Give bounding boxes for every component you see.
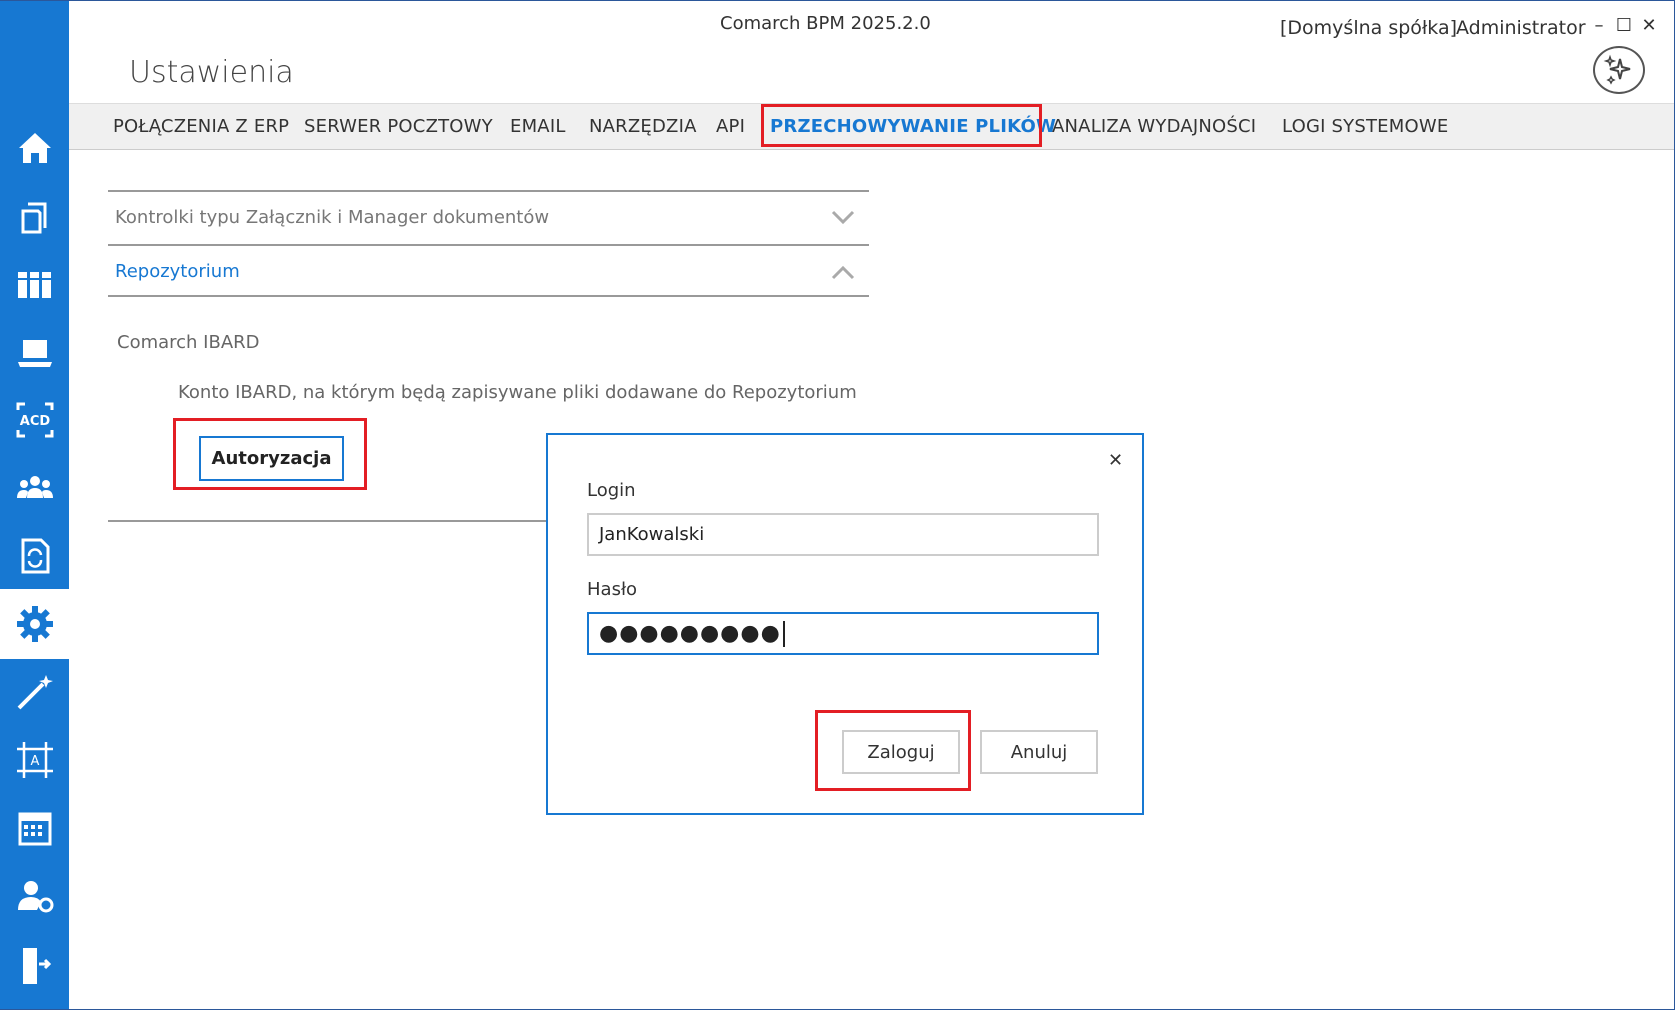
window-title: Comarch BPM 2025.2.0 (720, 13, 931, 34)
app-window: ACD A Comarch BPM 2025.2.0 [Domyślna spó… (0, 0, 1675, 1010)
exit-icon (22, 948, 51, 984)
section-repository-header[interactable]: Repozytorium (115, 261, 240, 282)
password-label: Hasło (587, 579, 638, 600)
laptop-icon (17, 340, 52, 367)
sidebar-item-users[interactable] (0, 453, 69, 523)
sidebar-item-calendar[interactable] (0, 793, 69, 863)
sparkles-icon (1603, 54, 1631, 85)
sidebar: ACD A (0, 1, 69, 1009)
tab-erp-connections[interactable]: POŁĄCZENIA Z ERP (113, 116, 289, 137)
sidebar-item-settings[interactable] (0, 589, 69, 659)
password-input[interactable]: ●●●●●●●●● (587, 612, 1099, 655)
tab-system-logs[interactable]: LOGI SYSTEMOWE (1282, 116, 1448, 137)
page-title: Ustawienia (129, 55, 294, 90)
provider-label: Comarch IBARD (117, 332, 260, 353)
tab-performance-analysis[interactable]: ANALIZA WYDAJNOŚCI (1052, 116, 1256, 137)
home-icon (18, 133, 51, 163)
sidebar-item-user-settings[interactable] (0, 861, 69, 931)
user-name[interactable]: Administrator (1456, 17, 1586, 39)
sidebar-item-document-workflow[interactable] (0, 521, 69, 591)
svg-text:A: A (30, 754, 39, 769)
section-divider (108, 520, 548, 522)
tab-api[interactable]: API (716, 116, 745, 137)
ocr-icon: ACD (16, 402, 53, 438)
cancel-button[interactable]: Anuluj (980, 730, 1098, 774)
dialog-close-icon[interactable]: ✕ (1108, 450, 1123, 471)
section-attachments-header[interactable]: Kontrolki typu Załącznik i Manager dokum… (115, 207, 549, 228)
text-caret (782, 620, 785, 647)
sidebar-item-logout[interactable] (0, 929, 69, 999)
wand-icon (17, 675, 53, 710)
sidebar-item-ocr[interactable]: ACD (0, 385, 69, 455)
section-divider (108, 295, 869, 297)
tab-tools[interactable]: NARZĘDZIA (589, 116, 697, 137)
user-settings-icon (17, 881, 53, 913)
highlight-login-button (815, 710, 971, 791)
login-input[interactable]: JanKowalski (587, 513, 1099, 556)
sidebar-item-wizard[interactable] (0, 657, 69, 727)
sidebar-item-designer[interactable]: A (0, 725, 69, 795)
login-label: Login (587, 480, 636, 501)
documents-icon (21, 202, 46, 234)
chevron-up-icon[interactable] (830, 263, 856, 283)
ibard-account-description: Konto IBARD, na którym będą zapisywane p… (178, 382, 857, 403)
tab-email[interactable]: EMAIL (510, 116, 566, 137)
designer-icon: A (16, 742, 53, 778)
chevron-down-icon[interactable] (830, 207, 856, 227)
sidebar-item-workstation[interactable] (0, 317, 69, 387)
sidebar-item-home[interactable] (0, 113, 69, 183)
users-icon (16, 476, 53, 498)
ai-assistant-button[interactable] (1593, 46, 1645, 94)
document-sync-icon (21, 538, 49, 574)
section-divider (108, 190, 869, 192)
password-value: ●●●●●●●●● (599, 621, 781, 646)
company-selector[interactable]: [Domyślna spółka] (1280, 17, 1457, 39)
minimize-button[interactable]: – (1589, 15, 1609, 36)
tab-mail-server[interactable]: SERWER POCZTOWY (304, 116, 493, 137)
highlight-authorization-button (173, 418, 367, 490)
maximize-button[interactable]: ☐ (1614, 15, 1634, 36)
login-value: JanKowalski (599, 524, 705, 545)
window-close-button[interactable]: ✕ (1639, 15, 1659, 36)
highlight-file-storage-tab (761, 104, 1042, 147)
section-divider (108, 244, 869, 246)
gear-icon (16, 606, 53, 642)
sidebar-item-documents[interactable] (0, 181, 69, 251)
calendar-icon (18, 812, 51, 846)
sidebar-item-library[interactable] (0, 249, 69, 319)
library-icon (17, 272, 51, 298)
svg-text:ACD: ACD (19, 414, 50, 429)
